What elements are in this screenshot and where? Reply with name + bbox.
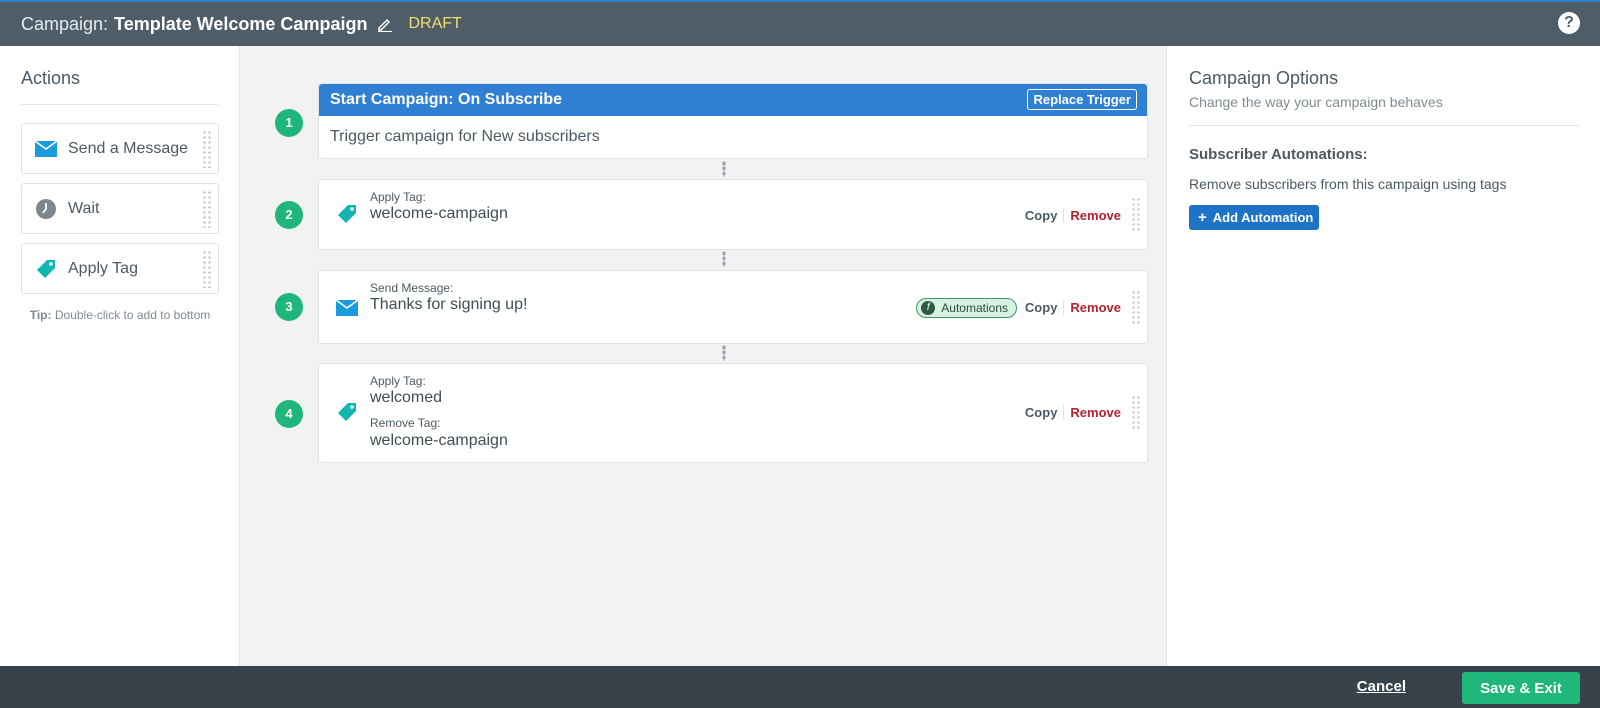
action-label: Wait: [68, 199, 100, 217]
options-subtitle: Change the way your campaign behaves: [1189, 94, 1443, 110]
tip-text: Tip: Double-click to add to bottom: [21, 308, 219, 322]
drag-handle[interactable]: [202, 250, 212, 288]
drag-handle[interactable]: [1131, 290, 1141, 324]
action-label: Apply Tag: [68, 259, 138, 277]
actions-panel: Actions Send a Message Wait Apply Tag Ti…: [0, 46, 240, 666]
trigger-card[interactable]: Start Campaign: On Subscribe Replace Tri…: [318, 83, 1148, 159]
drag-handle[interactable]: [202, 130, 212, 168]
action-send-message[interactable]: Send a Message: [21, 123, 219, 174]
bottom-bar: Cancel Save & Exit: [0, 666, 1600, 708]
section-description: Remove subscribers from this campaign us…: [1189, 176, 1507, 192]
step-actions: Copy Remove: [1025, 300, 1121, 315]
remove-button[interactable]: Remove: [1064, 300, 1121, 315]
step-label: Apply Tag:: [370, 374, 426, 388]
badge-label: Automations: [941, 301, 1008, 315]
step-value-secondary: welcome-campaign: [370, 432, 508, 449]
actions-title: Actions: [21, 68, 81, 88]
step-number: 1: [275, 109, 303, 137]
add-automation-label: Add Automation: [1212, 210, 1314, 225]
automation-icon: f: [921, 301, 936, 315]
automations-badge[interactable]: f Automations: [916, 298, 1017, 318]
help-icon[interactable]: ?: [1558, 12, 1580, 34]
options-title: Campaign Options: [1189, 68, 1339, 88]
step-card-send-message[interactable]: Send Message: Thanks for signing up! f A…: [318, 270, 1148, 344]
tip-bold: Tip:: [29, 308, 52, 322]
plus-icon: +: [1198, 209, 1207, 226]
step-value: Thanks for signing up!: [370, 296, 528, 313]
remove-button[interactable]: Remove: [1064, 208, 1121, 223]
envelope-icon: [335, 296, 359, 320]
status-badge: DRAFT: [408, 15, 462, 32]
step-connector: [722, 345, 726, 361]
save-exit-button[interactable]: Save & Exit: [1462, 672, 1580, 704]
cancel-link[interactable]: Cancel: [1357, 678, 1406, 695]
add-automation-button[interactable]: + Add Automation: [1189, 205, 1320, 230]
step-value: welcomed: [370, 389, 443, 406]
section-title: Subscriber Automations:: [1189, 146, 1368, 163]
step-label: Send Message:: [370, 281, 454, 295]
divider: [1189, 125, 1579, 126]
divider: [21, 104, 218, 105]
top-header: Campaign: Template Welcome Campaign DRAF…: [0, 0, 1600, 46]
trigger-title: Start Campaign: On Subscribe: [330, 91, 563, 108]
copy-button[interactable]: Copy: [1025, 208, 1065, 223]
pencil-icon[interactable]: [377, 16, 393, 32]
campaign-label: Campaign:: [21, 13, 109, 34]
campaign-title: Template Welcome Campaign: [114, 13, 368, 34]
copy-button[interactable]: Copy: [1025, 300, 1065, 315]
step-label-secondary: Remove Tag:: [370, 416, 441, 430]
step-actions: Copy Remove: [1025, 208, 1121, 223]
step-value: welcome-campaign: [370, 205, 508, 222]
campaign-canvas: 1 Start Campaign: On Subscribe Replace T…: [240, 46, 1167, 666]
step-number: 4: [275, 400, 303, 428]
tag-icon: [34, 257, 58, 281]
clock-icon: [34, 197, 58, 221]
campaign-options-panel: Campaign Options Change the way your cam…: [1167, 46, 1600, 666]
step-number: 2: [275, 201, 303, 229]
trigger-body: Trigger campaign for New subscribers: [330, 128, 600, 145]
step-card-apply-tag[interactable]: Apply Tag: welcomed Remove Tag: welcome-…: [318, 363, 1148, 463]
tag-icon: [335, 202, 359, 226]
drag-handle[interactable]: [1131, 197, 1141, 231]
copy-button[interactable]: Copy: [1025, 405, 1065, 420]
step-actions: Copy Remove: [1025, 405, 1121, 420]
step-connector: [722, 161, 726, 177]
step-label: Apply Tag:: [370, 190, 426, 204]
drag-handle[interactable]: [202, 190, 212, 228]
remove-button[interactable]: Remove: [1064, 405, 1121, 420]
tip-body: Double-click to add to bottom: [51, 308, 211, 322]
action-apply-tag[interactable]: Apply Tag: [21, 243, 219, 294]
action-wait[interactable]: Wait: [21, 183, 219, 234]
step-card-apply-tag[interactable]: Apply Tag: welcome-campaign Copy Remove: [318, 179, 1148, 250]
replace-trigger-button[interactable]: Replace Trigger: [1027, 89, 1137, 110]
step-number: 3: [275, 293, 303, 321]
envelope-icon: [34, 137, 58, 161]
drag-handle[interactable]: [1131, 395, 1141, 429]
action-label: Send a Message: [68, 139, 189, 157]
tag-icon: [335, 400, 359, 424]
step-connector: [722, 251, 726, 267]
trigger-header: Start Campaign: On Subscribe Replace Tri…: [319, 84, 1147, 116]
